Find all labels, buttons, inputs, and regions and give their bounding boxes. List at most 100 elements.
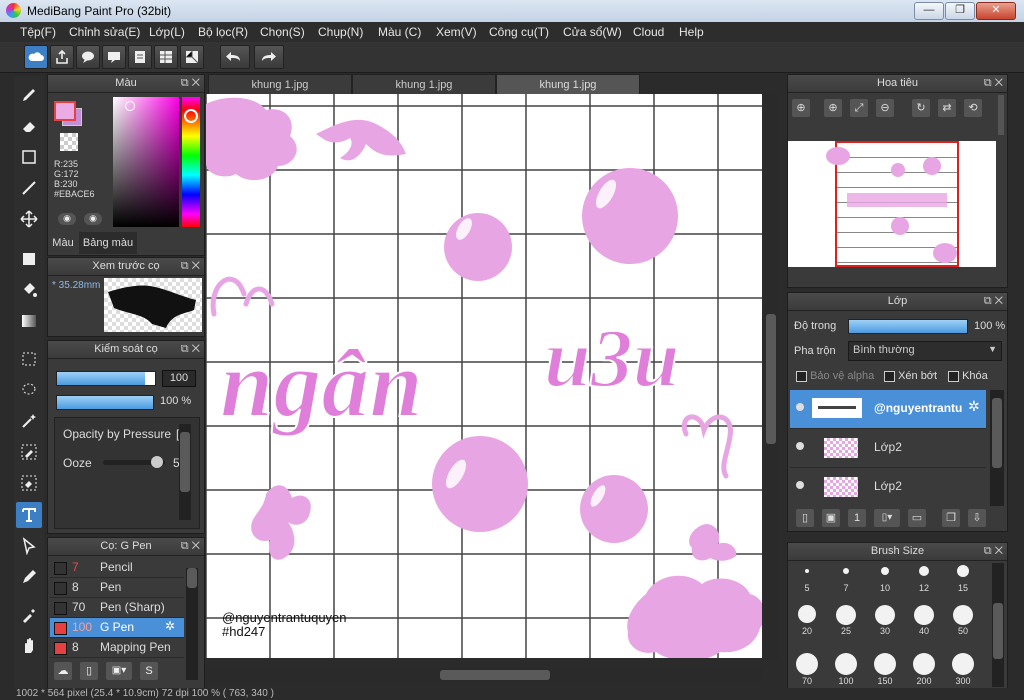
new-1bit-layer-icon[interactable]: 1 xyxy=(848,509,866,527)
brush-size-preset[interactable]: 10 xyxy=(866,563,904,593)
foreground-color-swatch[interactable] xyxy=(54,101,76,121)
brush-size-preset[interactable]: 50 xyxy=(944,605,982,636)
canvas-vertical-scrollbar[interactable] xyxy=(764,94,778,660)
panel-window-controls[interactable]: ⧉ ✕ xyxy=(181,341,200,358)
brush-item-g-pen[interactable]: 100 G Pen ✲ xyxy=(50,618,184,638)
transparent-color-swatch[interactable] xyxy=(60,133,78,151)
panel-grid-button[interactable] xyxy=(154,45,178,69)
brush-options-scroll-thumb[interactable] xyxy=(180,432,190,492)
lock-checkbox[interactable] xyxy=(948,370,959,382)
page-button[interactable] xyxy=(128,45,152,69)
frame-button[interactable] xyxy=(180,45,204,69)
brush-item-pen-sharp[interactable]: 70 Pen (Sharp) xyxy=(50,598,184,618)
brush-size-slider[interactable] xyxy=(56,371,156,386)
layer-opacity-slider[interactable] xyxy=(848,319,968,334)
fill-rect-tool-icon[interactable] xyxy=(16,246,42,272)
magic-wand-tool-icon[interactable] xyxy=(16,408,42,434)
menu-edit[interactable]: Chỉnh sửa(E) xyxy=(69,25,140,39)
close-button[interactable]: ✕ xyxy=(976,2,1016,20)
saturation-value-picker[interactable] xyxy=(113,97,179,227)
panel-window-controls[interactable]: ⧉ ✕ xyxy=(984,75,1003,92)
brush-settings-gear-icon[interactable]: ✲ xyxy=(165,619,175,633)
zoom-out-icon[interactable]: ⊖ xyxy=(876,99,894,117)
sv-picker-handle[interactable] xyxy=(125,101,135,111)
zoom-search-icon[interactable]: ⊕ xyxy=(792,99,810,117)
canvas-horizontal-scrollbar[interactable] xyxy=(206,668,762,682)
menu-help[interactable]: Help xyxy=(679,25,704,39)
brush-size-preset[interactable]: 7 xyxy=(827,563,865,593)
navigator-view-rect[interactable] xyxy=(835,141,959,267)
layer-item[interactable]: Lớp2 xyxy=(790,429,986,468)
eraser-tool-icon[interactable] xyxy=(16,113,42,139)
new-brush-icon[interactable]: ▯ xyxy=(80,662,98,680)
brush-size-preset[interactable]: 150 xyxy=(866,653,904,686)
duplicate-layer-icon[interactable]: ❐ xyxy=(942,509,960,527)
brush-size-preset[interactable]: 20 xyxy=(788,605,826,636)
panel-window-controls[interactable]: ⧉ ✕ xyxy=(181,538,200,555)
brush-menu-icon[interactable]: ▣▾ xyxy=(106,662,132,680)
reset-view-icon[interactable]: ⟲ xyxy=(964,99,982,117)
clipping-option[interactable]: Xén bớt xyxy=(884,370,937,382)
panel-window-controls[interactable]: ⧉ ✕ xyxy=(181,75,200,92)
eye-icon[interactable] xyxy=(796,481,804,489)
brush-options-scrollbar[interactable] xyxy=(179,424,191,520)
folder-icon[interactable]: ▭ xyxy=(908,509,926,527)
brush-item-pen[interactable]: 8 Pen xyxy=(50,578,184,598)
comment-button[interactable] xyxy=(76,45,100,69)
brush-size-preset[interactable]: 100 xyxy=(827,653,865,686)
navigator-scrollbar[interactable] xyxy=(998,95,1004,135)
brush-settings-icon[interactable]: S xyxy=(140,662,158,680)
brush-size-preset[interactable]: 5 xyxy=(788,563,826,593)
select-rect-tool-icon[interactable] xyxy=(16,346,42,372)
layer-item[interactable]: Lớp2 xyxy=(790,468,986,506)
merge-layer-icon[interactable]: ⇩ xyxy=(968,509,986,527)
hand-tool-icon[interactable] xyxy=(16,633,42,659)
rectangle-tool-icon[interactable] xyxy=(16,144,42,170)
pen-tool-icon[interactable] xyxy=(16,564,42,590)
navigator-thumbnail[interactable] xyxy=(788,141,996,267)
brush-opacity-slider[interactable] xyxy=(56,395,154,410)
upload-button[interactable] xyxy=(50,45,74,69)
panel-window-controls[interactable]: ⧉ ✕ xyxy=(984,293,1003,310)
menu-tools[interactable]: Công cụ(T) xyxy=(489,25,549,39)
brush-list-scroll-thumb[interactable] xyxy=(187,568,197,588)
brush-size-preset[interactable]: 15 xyxy=(944,563,982,593)
brush-size-scroll-thumb[interactable] xyxy=(993,603,1003,659)
hue-slider[interactable] xyxy=(182,97,200,227)
flip-icon[interactable]: ⇄ xyxy=(938,99,956,117)
zoom-in-icon[interactable]: ⊕ xyxy=(824,99,842,117)
minimize-button[interactable]: — xyxy=(914,2,944,20)
text-tool-icon[interactable] xyxy=(16,502,42,528)
protect-alpha-checkbox[interactable] xyxy=(796,370,807,382)
tab-document-2[interactable]: khung 1.jpg xyxy=(352,74,496,96)
canvas-vscroll-thumb[interactable] xyxy=(766,314,776,444)
eyedropper-tool-icon[interactable] xyxy=(16,602,42,628)
select-eraser-tool-icon[interactable] xyxy=(16,470,42,496)
move-tool-icon[interactable] xyxy=(16,206,42,232)
menu-file[interactable]: Tệp(F) xyxy=(20,25,56,39)
select-pen-tool-icon[interactable] xyxy=(16,439,42,465)
brush-size-preset[interactable]: 300 xyxy=(944,653,982,686)
brush-size-preset[interactable]: 200 xyxy=(905,653,943,686)
brush-size-scrollbar[interactable] xyxy=(992,563,1004,687)
tab-document-1[interactable]: khung 1.jpg xyxy=(208,74,352,96)
brush-list-scrollbar[interactable] xyxy=(186,568,198,680)
ooze-slider-handle[interactable] xyxy=(151,456,163,468)
color-add-button[interactable]: ◉ xyxy=(84,213,102,225)
add-layer-menu-icon[interactable]: ▯▾ xyxy=(874,509,900,527)
menu-select[interactable]: Chọn(S) xyxy=(260,25,305,39)
brush-size-preset[interactable]: 25 xyxy=(827,605,865,636)
line-tool-icon[interactable] xyxy=(16,175,42,201)
menu-snap[interactable]: Chụp(N) xyxy=(318,25,363,39)
lasso-tool-icon[interactable] xyxy=(16,377,42,403)
undo-button[interactable] xyxy=(220,45,250,69)
layer-list-scroll-thumb[interactable] xyxy=(992,398,1002,468)
hue-slider-handle[interactable] xyxy=(184,109,198,123)
brush-item-pencil[interactable]: 7 Pencil xyxy=(50,558,184,578)
operation-tool-icon[interactable] xyxy=(16,533,42,559)
menu-color[interactable]: Màu (C) xyxy=(378,25,421,39)
new-layer-icon[interactable]: ▯ xyxy=(796,509,814,527)
menu-layer[interactable]: Lớp(L) xyxy=(149,25,185,39)
add-brush-cloud-icon[interactable]: ☁ xyxy=(54,662,72,680)
protect-alpha-option[interactable]: Bảo vệ alpha xyxy=(796,370,874,382)
